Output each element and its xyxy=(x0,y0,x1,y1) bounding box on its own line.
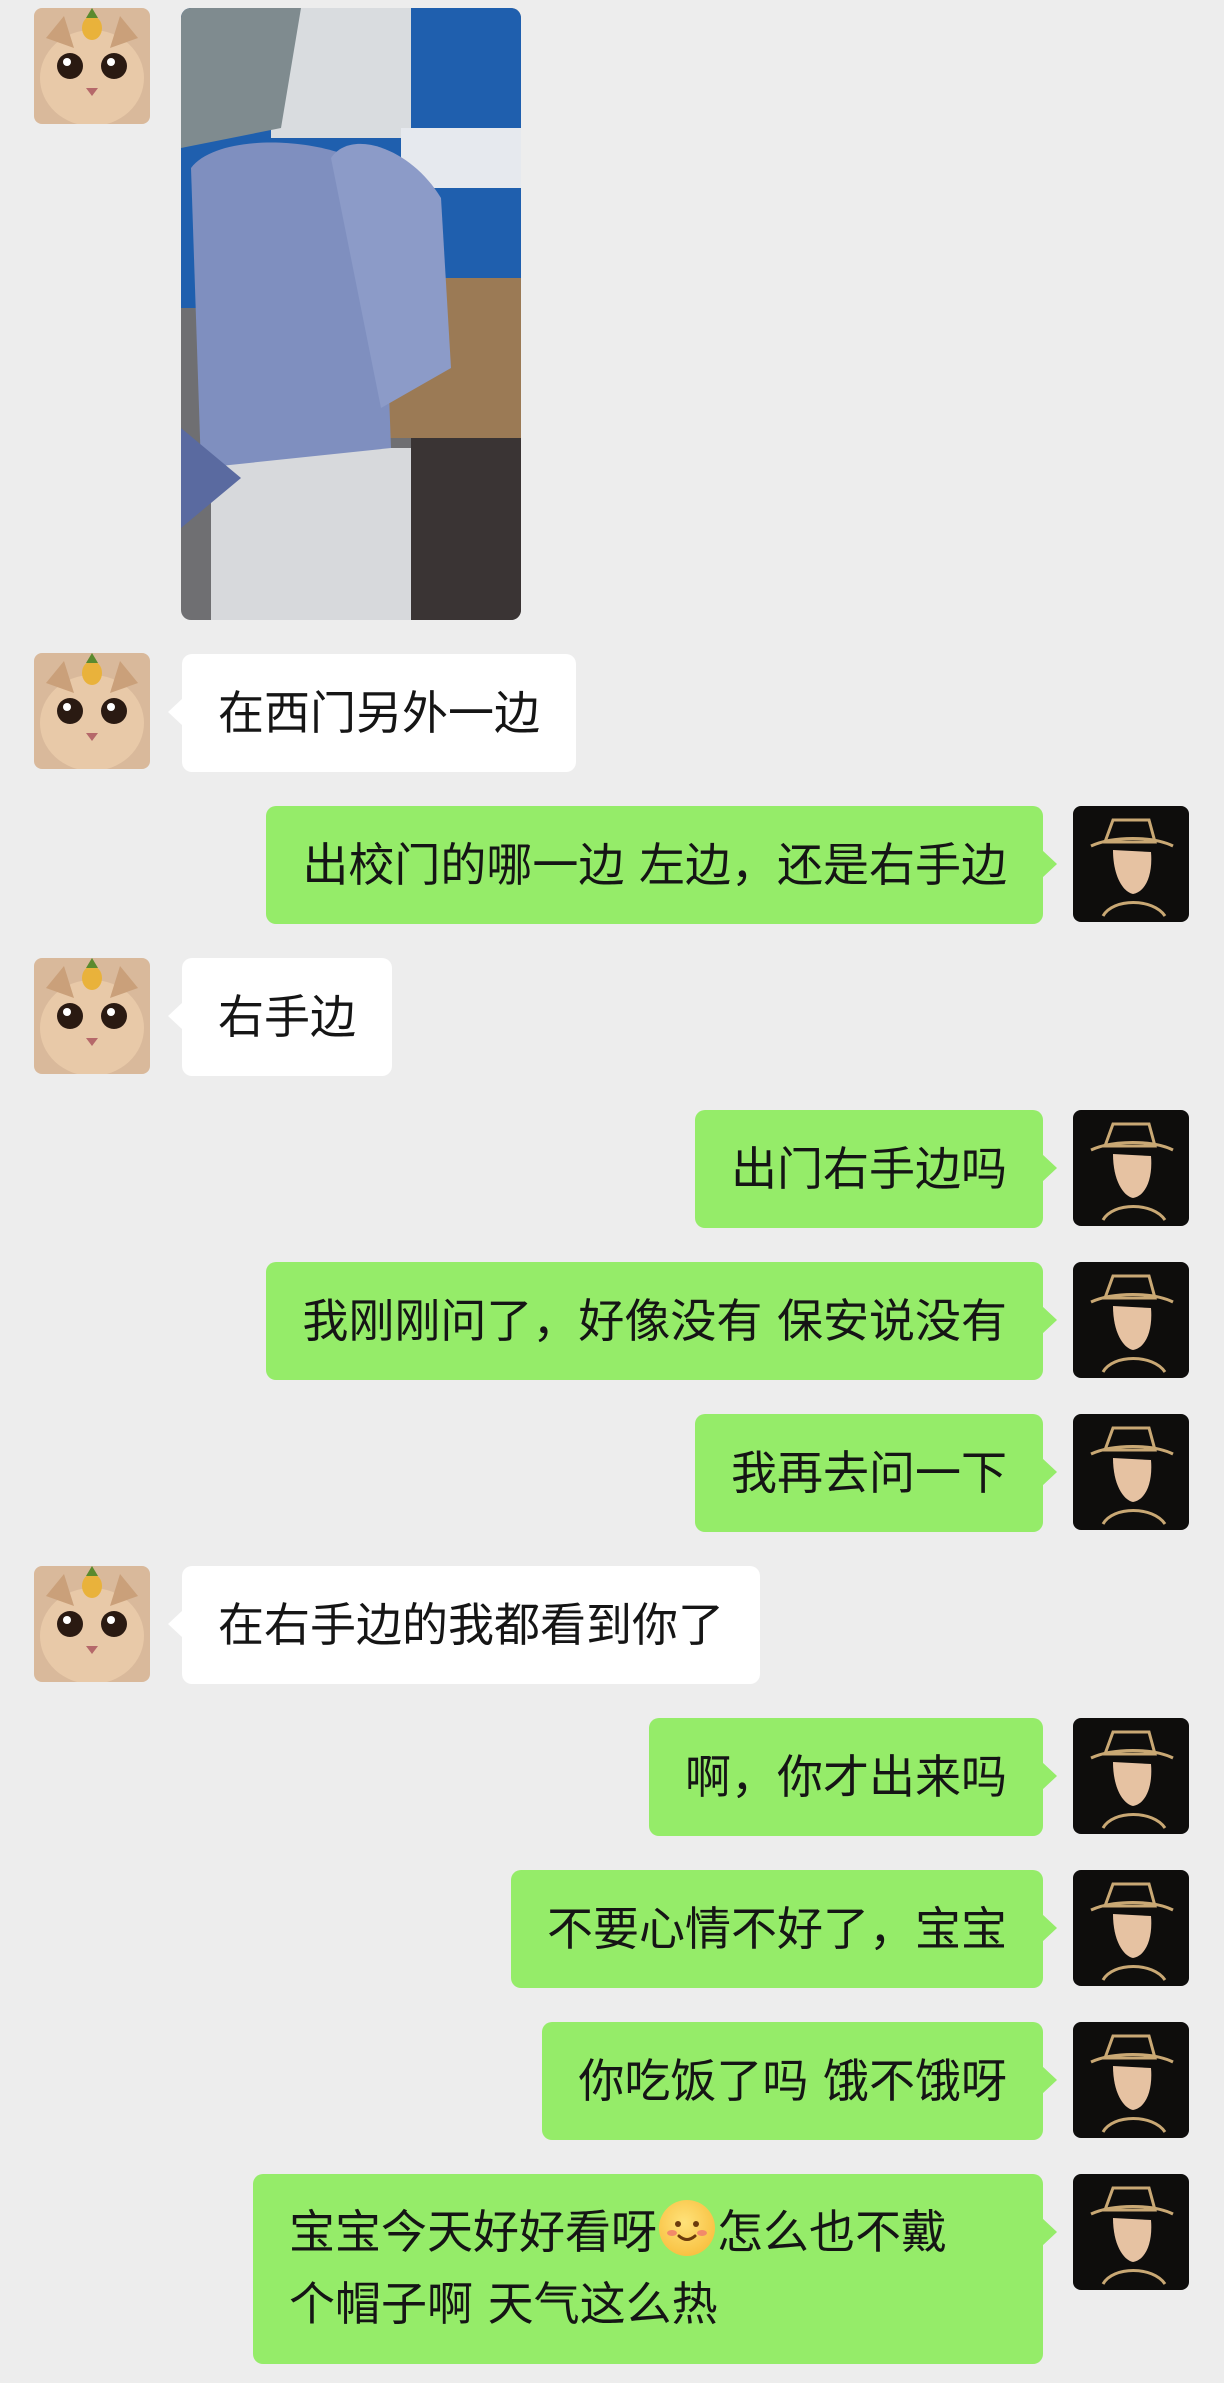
message-bubble[interactable]: 出门右手边吗 xyxy=(695,1110,1057,1228)
message-text-line2: 个帽子啊 天气这么热 xyxy=(289,2277,718,2331)
message-text: 出校门的哪一边 左边，还是右手边 xyxy=(302,838,1007,892)
message-bubble[interactable]: 我刚刚问了，好像没有 保安说没有 xyxy=(266,1262,1057,1380)
shared-photo[interactable] xyxy=(181,8,521,620)
message-text: 在西门另外一边 xyxy=(218,686,540,740)
message-bubble[interactable]: 在西门另外一边 xyxy=(168,654,576,772)
message-text: 在右手边的我都看到你了 xyxy=(218,1598,724,1652)
message-text: 出门右手边吗 xyxy=(731,1142,1007,1196)
message-text-part2: 怎么也不戴 xyxy=(717,2205,947,2259)
cat-avatar-icon[interactable] xyxy=(34,653,150,769)
message-bubble[interactable]: 在右手边的我都看到你了 xyxy=(168,1566,760,1684)
chat-window: 在西门另外一边 出校门的哪一边 左边，还是右手边 右手边 出门右手边吗 我刚刚问… xyxy=(0,0,1224,2383)
message-bubble[interactable]: 宝宝今天好好看呀 怎么也不戴 个帽子啊 天气这么热 xyxy=(253,2174,1057,2364)
hat-avatar-icon[interactable] xyxy=(1073,1262,1189,1378)
message-bubble[interactable]: 啊，你才出来吗 xyxy=(649,1718,1057,1836)
message-bubble[interactable]: 我再去问一下 xyxy=(695,1414,1057,1532)
message-bubble[interactable]: 出校门的哪一边 左边，还是右手边 xyxy=(266,806,1057,924)
smiling-face-emoji-icon xyxy=(659,2200,715,2256)
cat-avatar-icon[interactable] xyxy=(34,958,150,1074)
hat-avatar-icon[interactable] xyxy=(1073,1414,1189,1530)
message-text: 我再去问一下 xyxy=(731,1446,1007,1500)
cat-avatar-icon[interactable] xyxy=(34,1566,150,1682)
hat-avatar-icon[interactable] xyxy=(1073,806,1189,922)
message-bubble[interactable]: 你吃饭了吗 饿不饿呀 xyxy=(542,2022,1057,2140)
message-text: 你吃饭了吗 饿不饿呀 xyxy=(578,2054,1007,2108)
hat-avatar-icon[interactable] xyxy=(1073,2022,1189,2138)
message-text: 右手边 xyxy=(218,990,356,1044)
message-text-part1: 宝宝今天好好看呀 xyxy=(289,2205,657,2259)
message-bubble[interactable]: 右手边 xyxy=(168,958,392,1076)
cat-avatar-icon[interactable] xyxy=(34,8,150,124)
hat-avatar-icon[interactable] xyxy=(1073,1870,1189,1986)
message-text: 我刚刚问了，好像没有 保安说没有 xyxy=(302,1294,1007,1348)
message-text: 不要心情不好了，宝宝 xyxy=(547,1902,1007,1956)
hat-avatar-icon[interactable] xyxy=(1073,1110,1189,1226)
hat-avatar-icon[interactable] xyxy=(1073,1718,1189,1834)
hat-avatar-icon[interactable] xyxy=(1073,2174,1189,2290)
message-text: 啊，你才出来吗 xyxy=(685,1750,1007,1804)
message-bubble[interactable]: 不要心情不好了，宝宝 xyxy=(511,1870,1057,1988)
